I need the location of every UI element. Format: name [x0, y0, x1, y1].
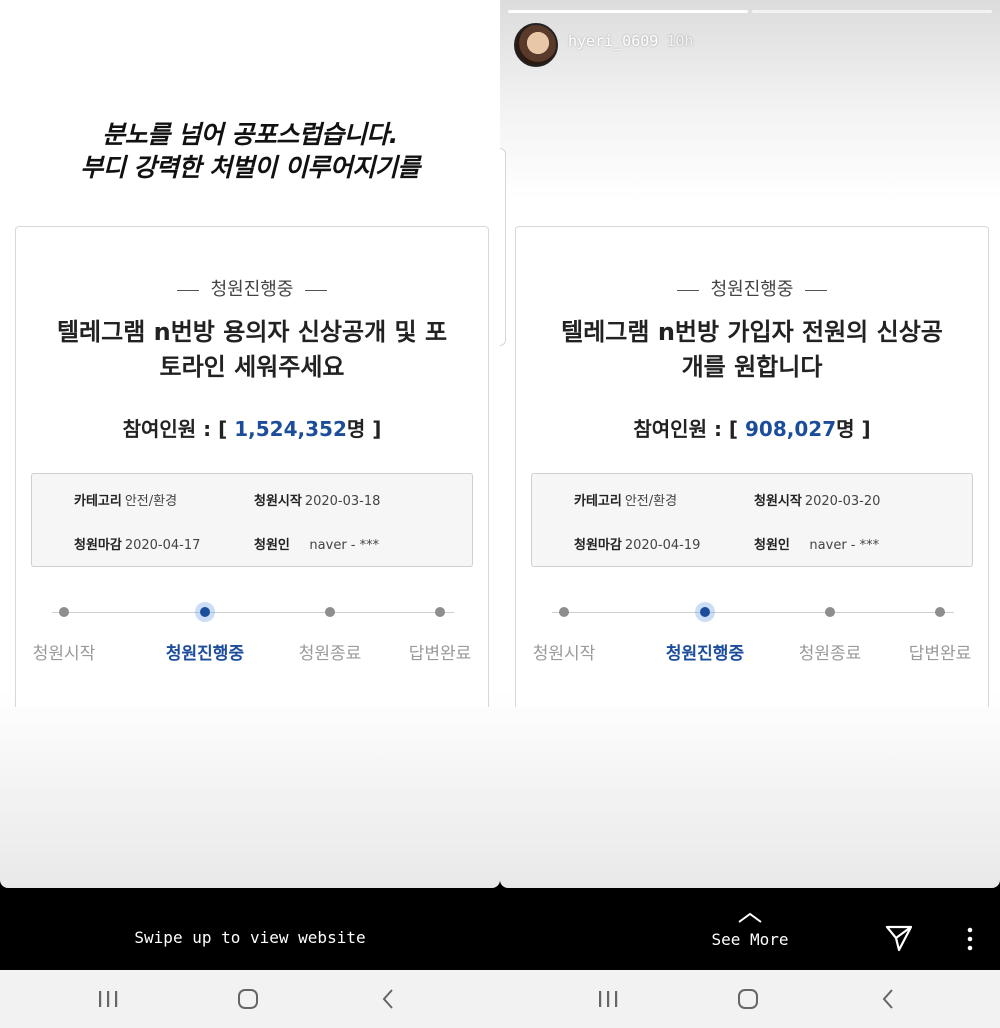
info-start-value: 2020-03-20: [804, 494, 881, 509]
petition-card: 청원진행중 텔레그램 n번방 가입자 전원의 신상공 개를 원합니다 참여인원 …: [515, 226, 989, 707]
info-end-label: 청원마감: [74, 538, 122, 553]
step-dot-end: [325, 607, 335, 617]
info-category-value: 안전/환경: [124, 494, 178, 509]
info-category: 카테고리 안전/환경: [574, 490, 677, 509]
home-icon[interactable]: [718, 970, 778, 1028]
more-vertical-icon[interactable]: [964, 926, 976, 952]
story-panel-left: 분노를 넘어 공포스럽습니다. 부디 강력한 처벌이 이루어지기를 청원진행중 …: [0, 0, 500, 888]
info-end: 청원마감 2020-04-17: [74, 534, 200, 553]
step-label: 청원종료: [798, 644, 862, 664]
petition-title-line-1: 텔레그램 n번방 용의자 신상공개 및 포: [56, 318, 448, 346]
petition-status: 청원진행중: [210, 279, 294, 300]
step-label-active: 청원진행중: [165, 644, 245, 664]
info-end: 청원마감 2020-04-19: [574, 534, 700, 553]
divider: [676, 289, 699, 291]
story-progress-segment: [752, 10, 992, 13]
info-start: 청원시작 2020-03-18: [254, 490, 380, 509]
petition-status: 청원진행중: [710, 279, 794, 300]
step-dot-start: [59, 607, 69, 617]
divider: [176, 289, 199, 291]
petition-card: 청원진행중 텔레그램 n번방 용의자 신상공개 및 포 토라인 세워주세요 참여…: [15, 226, 489, 707]
caption-line-2: 부디 강력한 처벌이 이루어지기를: [80, 153, 420, 182]
petition-info-box: 카테고리 안전/환경 청원시작 2020-03-20 청원마감 2020-04-19 …: [531, 473, 973, 567]
info-category: 카테고리 안전/환경: [74, 490, 177, 509]
see-more-label: See More: [711, 930, 789, 949]
petition-title: 텔레그램 n번방 용의자 신상공개 및 포 토라인 세워주세요: [36, 315, 468, 385]
back-icon[interactable]: [858, 970, 918, 1028]
progress-track: [552, 607, 954, 617]
step-label: 답변완료: [408, 644, 472, 664]
back-icon[interactable]: [358, 970, 418, 1028]
chevron-up-icon: [700, 912, 800, 930]
recent-apps-icon[interactable]: [78, 970, 138, 1028]
home-icon[interactable]: [218, 970, 278, 1028]
divider: [805, 289, 828, 291]
info-start-value: 2020-03-18: [304, 494, 381, 509]
story-time: 10h: [666, 32, 694, 50]
petition-title-line-1: 텔레그램 n번방 가입자 전원의 신상공: [561, 318, 943, 346]
divider: [305, 289, 328, 291]
info-start-label: 청원시작: [254, 494, 302, 509]
info-category-value: 안전/환경: [624, 494, 678, 509]
swipe-up-link[interactable]: Swipe up to view website: [100, 928, 400, 947]
step-label: 청원시작: [32, 644, 96, 664]
petition-title-line-2: 토라인 세워주세요: [159, 353, 345, 381]
participants-suffix: 명 ]: [836, 417, 871, 441]
participants-label: 참여인원 : [: [122, 417, 228, 441]
step-dot-active: [700, 607, 710, 617]
step-dot-answered: [435, 607, 445, 617]
caption-line-1: 분노를 넘어 공포스럽습니다.: [102, 120, 398, 149]
story-progress-bars: [508, 10, 992, 13]
info-start-label: 청원시작: [754, 494, 802, 509]
step-dot-start: [559, 607, 569, 617]
system-nav-bar: [0, 970, 1000, 1028]
avatar[interactable]: [514, 23, 558, 67]
participants-count: 908,027: [745, 417, 837, 441]
petition-info-box: 카테고리 안전/환경 청원시작 2020-03-18 청원마감 2020-04-17 …: [31, 473, 473, 567]
step-dot-end: [825, 607, 835, 617]
petition-title-line-2: 개를 원합니다: [681, 353, 823, 381]
see-more-button[interactable]: See More: [700, 912, 800, 949]
info-category-label: 카테고리: [574, 494, 622, 509]
username[interactable]: hyeri_0609: [568, 32, 658, 50]
info-start: 청원시작 2020-03-20: [754, 490, 880, 509]
info-end-label: 청원마감: [574, 538, 622, 553]
petition-title: 텔레그램 n번방 가입자 전원의 신상공 개를 원합니다: [536, 315, 968, 385]
story-progress-segment: [508, 10, 748, 13]
info-petitioner: 청원인 naver - ***: [254, 534, 379, 553]
step-label: 청원종료: [298, 644, 362, 664]
info-end-value: 2020-04-17: [124, 538, 201, 553]
info-category-label: 카테고리: [74, 494, 122, 509]
participants: 참여인원 : [ 1,524,352명 ]: [16, 413, 488, 442]
step-label: 답변완료: [908, 644, 972, 664]
info-petitioner-value: naver - ***: [809, 538, 880, 553]
participants: 참여인원 : [ 908,027명 ]: [516, 413, 988, 442]
step-label: 청원시작: [532, 644, 596, 664]
petition-status-header: 청원진행중: [16, 275, 488, 301]
participants-label: 참여인원 : [: [633, 417, 739, 441]
send-icon[interactable]: [884, 923, 914, 953]
progress-track: [52, 607, 454, 617]
participants-suffix: 명 ]: [346, 417, 382, 441]
info-petitioner-value: naver - ***: [309, 538, 380, 553]
previous-slide-edge: [500, 148, 506, 346]
step-label-active: 청원진행중: [665, 644, 745, 664]
story-panel-right: hyeri_0609 10h 청원진행중 텔레그램 n번방 가입자 전원의 신상공…: [500, 0, 1000, 888]
step-dot-active: [200, 607, 210, 617]
info-petitioner-label: 청원인: [254, 538, 290, 553]
participants-count: 1,524,352: [234, 417, 347, 441]
recent-apps-icon[interactable]: [578, 970, 638, 1028]
info-petitioner: 청원인 naver - ***: [754, 534, 879, 553]
step-dot-answered: [935, 607, 945, 617]
story-user[interactable]: hyeri_0609 10h: [568, 32, 693, 50]
info-end-value: 2020-04-19: [624, 538, 701, 553]
info-petitioner-label: 청원인: [754, 538, 790, 553]
petition-status-header: 청원진행중: [516, 275, 988, 301]
